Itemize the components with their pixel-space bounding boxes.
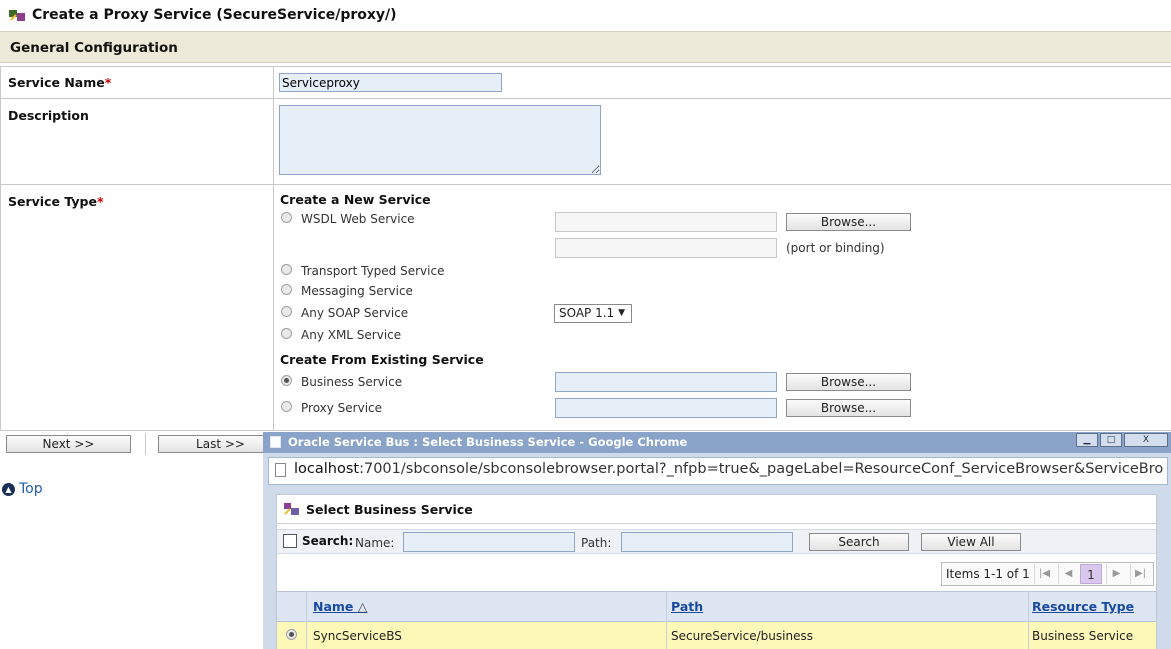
- proxy-browse-button[interactable]: Browse...: [786, 399, 911, 417]
- path-column-header[interactable]: Path: [671, 599, 703, 614]
- column-separator: [306, 622, 307, 649]
- service-name-label: Service Name*: [8, 75, 112, 90]
- next-page-icon[interactable]: ▶: [1106, 564, 1126, 584]
- wsdl-input[interactable]: [555, 212, 777, 232]
- page-icon: [275, 463, 286, 477]
- any-xml-radio[interactable]: [281, 328, 292, 339]
- top-link[interactable]: ▲ Top: [2, 481, 43, 497]
- close-button[interactable]: X: [1124, 433, 1168, 447]
- column-separator: [666, 622, 667, 649]
- search-button[interactable]: Search: [809, 533, 909, 551]
- path-label: Path:: [581, 536, 612, 550]
- first-page-icon[interactable]: |◀: [1034, 564, 1054, 584]
- transport-typed-label: Transport Typed Service: [301, 264, 445, 278]
- sort-ascending-icon: △: [357, 599, 368, 614]
- last-page-icon[interactable]: ▶|: [1130, 564, 1150, 584]
- up-arrow-circle-icon: ▲: [2, 483, 15, 496]
- row-divider: [0, 184, 1171, 185]
- name-label: Name:: [355, 536, 395, 550]
- pager-count: Items 1-1 of 1: [946, 567, 1030, 581]
- dropdown-caret-icon: ▼: [618, 308, 625, 318]
- row-path: SecureService/business: [671, 629, 813, 643]
- next-button[interactable]: Next >>: [6, 435, 131, 453]
- business-service-label: Business Service: [301, 375, 403, 389]
- address-url[interactable]: localhost:7001/sbconsole/sbconsolebrowse…: [294, 461, 1164, 477]
- proxy-service-radio[interactable]: [281, 401, 292, 412]
- popup-header-title: Select Business Service: [306, 502, 473, 517]
- messaging-radio[interactable]: [281, 284, 292, 295]
- search-label: Search:: [302, 534, 354, 548]
- page-title: Create a Proxy Service (SecureService/pr…: [32, 7, 397, 23]
- create-existing-heading: Create From Existing Service: [280, 352, 484, 367]
- row-name: SyncServiceBS: [313, 629, 402, 643]
- column-separator: [1028, 622, 1029, 649]
- row-divider: [0, 98, 1171, 99]
- nav-divider: [145, 433, 146, 455]
- proxy-service-icon: [9, 10, 25, 21]
- business-service-input[interactable]: [555, 372, 777, 392]
- proxy-service-input[interactable]: [555, 398, 777, 418]
- transport-typed-radio[interactable]: [281, 264, 292, 275]
- view-all-button[interactable]: View All: [921, 533, 1021, 551]
- table-header-row: [277, 591, 1156, 622]
- wsdl-label: WSDL Web Service: [301, 212, 415, 226]
- description-textarea[interactable]: [279, 105, 601, 175]
- create-new-heading: Create a New Service: [280, 192, 431, 207]
- row-divider: [0, 66, 1171, 67]
- wsdl-browse-button[interactable]: Browse...: [786, 213, 911, 231]
- any-soap-label: Any SOAP Service: [301, 306, 409, 320]
- port-binding-input[interactable]: [555, 238, 777, 258]
- wsdl-radio[interactable]: [281, 212, 292, 223]
- name-search-input[interactable]: [403, 532, 575, 552]
- path-search-input[interactable]: [621, 532, 793, 552]
- messaging-label: Messaging Service: [301, 284, 413, 298]
- column-divider: [273, 66, 274, 430]
- service-type-label: Service Type*: [8, 194, 104, 209]
- business-service-icon: [284, 503, 299, 515]
- row-type: Business Service: [1032, 629, 1134, 643]
- section-title: General Configuration: [10, 40, 178, 56]
- prev-page-icon[interactable]: ◀: [1058, 564, 1078, 584]
- soap-version-select[interactable]: SOAP 1.1 ▼: [554, 304, 632, 323]
- row-select-radio[interactable]: [286, 629, 297, 640]
- column-divider: [0, 66, 1, 430]
- any-soap-radio[interactable]: [281, 306, 292, 317]
- minimize-button[interactable]: ▁: [1076, 433, 1098, 447]
- business-browse-button[interactable]: Browse...: [786, 373, 911, 391]
- any-xml-label: Any XML Service: [301, 328, 402, 342]
- resource-type-column-header[interactable]: Resource Type: [1032, 599, 1134, 614]
- maximize-button[interactable]: □: [1100, 433, 1122, 447]
- current-page[interactable]: 1: [1080, 564, 1102, 584]
- port-binding-hint: (port or binding): [786, 241, 885, 255]
- row-divider: [0, 430, 1171, 431]
- page-icon: [270, 436, 281, 448]
- description-label: Description: [8, 108, 89, 123]
- proxy-service-label: Proxy Service: [301, 401, 383, 415]
- service-name-input[interactable]: [279, 73, 502, 92]
- business-service-radio[interactable]: [281, 375, 292, 386]
- popup-title: Oracle Service Bus : Select Business Ser…: [288, 435, 688, 449]
- name-column-header[interactable]: Name △: [313, 599, 367, 614]
- search-icon: [283, 534, 297, 548]
